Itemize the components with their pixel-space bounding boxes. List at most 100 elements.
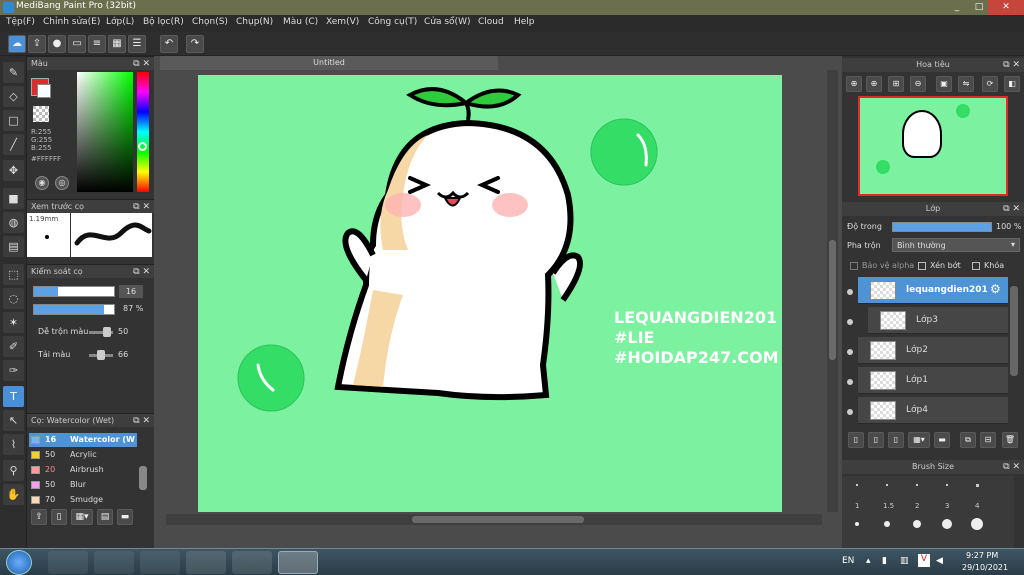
flip-icon[interactable]: ⇋: [958, 76, 974, 92]
volume-icon[interactable]: ◀: [936, 556, 943, 566]
new-layer-icon[interactable]: ▯: [848, 432, 864, 448]
eraser-tool-icon[interactable]: ◇: [3, 86, 24, 107]
zoom-out-icon[interactable]: ⊖: [910, 76, 926, 92]
layer-row-lop3[interactable]: Lớp3: [868, 307, 1008, 334]
tab-untitled[interactable]: Untitled: [160, 56, 498, 70]
explorer-icon[interactable]: [94, 551, 134, 574]
tray-arrow-icon[interactable]: ▴: [866, 556, 871, 566]
brush-item-acrylic[interactable]: 50 Acrylic: [29, 448, 137, 462]
add-brush-icon[interactable]: ⇪: [31, 509, 47, 525]
panel-controls-icon[interactable]: ⧉ ✕: [133, 265, 150, 279]
dropper-tool-icon[interactable]: ⌇: [3, 434, 24, 455]
panel-controls-icon[interactable]: ⧉ ✕: [133, 57, 150, 71]
new-brush-icon[interactable]: ▯: [51, 509, 67, 525]
antivirus-icon[interactable]: V: [918, 554, 930, 567]
brush-item-watercolor[interactable]: 16 Watercolor (W: [29, 433, 137, 447]
layer-list-scrollbar[interactable]: [1010, 286, 1018, 376]
brush-size-dot[interactable]: [884, 521, 890, 527]
layer-opacity-slider[interactable]: [892, 222, 992, 232]
gear-icon[interactable]: ⚙: [990, 282, 1001, 296]
color-saturation-picker[interactable]: [77, 72, 133, 192]
select-pen-icon[interactable]: ✐: [3, 336, 24, 357]
list-icon[interactable]: ☰: [128, 35, 146, 53]
chrome-icon[interactable]: [186, 551, 226, 574]
fill-rect-tool-icon[interactable]: ■: [3, 188, 24, 209]
network-icon[interactable]: ▥: [900, 556, 909, 566]
lock-checkbox[interactable]: [972, 262, 980, 270]
brush-size-dot[interactable]: [886, 484, 888, 486]
new-halftone-layer-icon[interactable]: ▯: [868, 432, 884, 448]
zoom-fit-icon[interactable]: ⊕: [866, 76, 882, 92]
layer-menu-icon[interactable]: ▦▾: [908, 432, 930, 448]
operation-tool-icon[interactable]: ↖: [3, 410, 24, 431]
brush-size-dot[interactable]: [942, 519, 952, 529]
menu-select[interactable]: Chọn(S): [192, 17, 228, 27]
vertical-scrollbar[interactable]: [827, 70, 838, 512]
menu-help[interactable]: Help: [514, 17, 535, 27]
menu-color[interactable]: Màu (C): [283, 17, 318, 27]
brush-item-blur[interactable]: 50 Blur: [29, 478, 137, 492]
eyedropper-icon[interactable]: ⚲: [3, 460, 24, 481]
menu-view[interactable]: Xem(V): [326, 17, 359, 27]
line-tool-icon[interactable]: ╱: [3, 134, 24, 155]
layer-row-lop1[interactable]: Lớp1: [858, 367, 1008, 394]
panel-icon[interactable]: ▦: [108, 35, 126, 53]
gradient-tool-icon[interactable]: ▤: [3, 236, 24, 257]
visibility-icon[interactable]: [847, 319, 853, 325]
layer-blend-select[interactable]: Bình thường ▾: [892, 238, 1020, 252]
bucket-tool-icon[interactable]: ◍: [3, 212, 24, 233]
brush-size-dot[interactable]: [946, 484, 948, 486]
layer-row-lop2[interactable]: Lớp2: [858, 337, 1008, 364]
visibility-icon[interactable]: [847, 289, 853, 295]
brush-item-airbrush[interactable]: 20 Airbrush: [29, 463, 137, 477]
menu-tools[interactable]: Công cụ(T): [368, 17, 417, 27]
panel-controls-icon[interactable]: ⧉ ✕: [1003, 202, 1020, 216]
menu-layer[interactable]: Lớp(L): [106, 17, 134, 27]
background-color-swatch[interactable]: [37, 84, 51, 98]
clock-time[interactable]: 9:27 PM: [966, 551, 998, 560]
redo-icon[interactable]: ↷: [186, 35, 204, 53]
brush-size-dot[interactable]: [913, 520, 921, 528]
start-button[interactable]: [6, 550, 32, 575]
menu-edit[interactable]: Chỉnh sửa(E): [43, 17, 100, 27]
menu-capture[interactable]: Chụp(N): [236, 17, 273, 27]
protect-alpha-checkbox[interactable]: [850, 262, 858, 270]
language-indicator[interactable]: EN: [842, 556, 854, 566]
panel-controls-icon[interactable]: ⧉ ✕: [1003, 460, 1020, 474]
panel-controls-icon[interactable]: ⧉ ✕: [1003, 58, 1020, 72]
comment-icon[interactable]: ●: [48, 35, 66, 53]
page-icon[interactable]: ▭: [68, 35, 86, 53]
merge-layer-icon[interactable]: ⊟: [980, 432, 996, 448]
resample-slider-handle[interactable]: [97, 350, 105, 360]
visibility-icon[interactable]: [847, 379, 853, 385]
medibang-taskbar-icon[interactable]: [278, 551, 318, 574]
menu-file[interactable]: Tệp(F): [6, 17, 35, 27]
fit-window-icon[interactable]: ⊞: [888, 76, 904, 92]
navigator-preview[interactable]: [858, 96, 1008, 196]
folder-icon[interactable]: ▬: [117, 509, 133, 525]
actual-size-icon[interactable]: ▣: [936, 76, 952, 92]
undo-icon[interactable]: ↶: [160, 35, 178, 53]
hue-slider[interactable]: [137, 72, 149, 192]
brush-item-smudge[interactable]: 70 Smudge: [29, 493, 137, 507]
layer-row-lequangdien201[interactable]: lequangdien201 ⚙: [858, 277, 1008, 304]
palette-icon[interactable]: ◉: [35, 176, 49, 190]
brush-settings-icon[interactable]: ▤: [97, 509, 113, 525]
hue-slider-handle[interactable]: [138, 142, 147, 151]
panel-controls-icon[interactable]: ⧉ ✕: [133, 200, 150, 214]
layer-row-lop4[interactable]: Lớp4: [858, 397, 1008, 424]
brush-opacity-slider[interactable]: [33, 304, 115, 315]
brush-size-dot[interactable]: [976, 484, 979, 487]
drawing-canvas[interactable]: LEQUANGDIEN201 #LIE #HOIDAP247.COM: [198, 75, 782, 512]
app-icon[interactable]: [232, 551, 272, 574]
brush-tool-icon[interactable]: ✎: [3, 62, 24, 83]
color-wheel-icon[interactable]: ◎: [55, 176, 69, 190]
rotate-icon[interactable]: ⟳: [982, 76, 998, 92]
move-tool-icon[interactable]: ✥: [3, 160, 24, 181]
brush-size-dot[interactable]: [916, 484, 918, 486]
reset-view-icon[interactable]: ◧: [1004, 76, 1020, 92]
select-rect-icon[interactable]: ⬚: [3, 264, 24, 285]
brush-size-dot[interactable]: [856, 484, 858, 486]
tray-device-icon[interactable]: ▮: [882, 556, 887, 566]
magic-wand-icon[interactable]: ✶: [3, 312, 24, 333]
